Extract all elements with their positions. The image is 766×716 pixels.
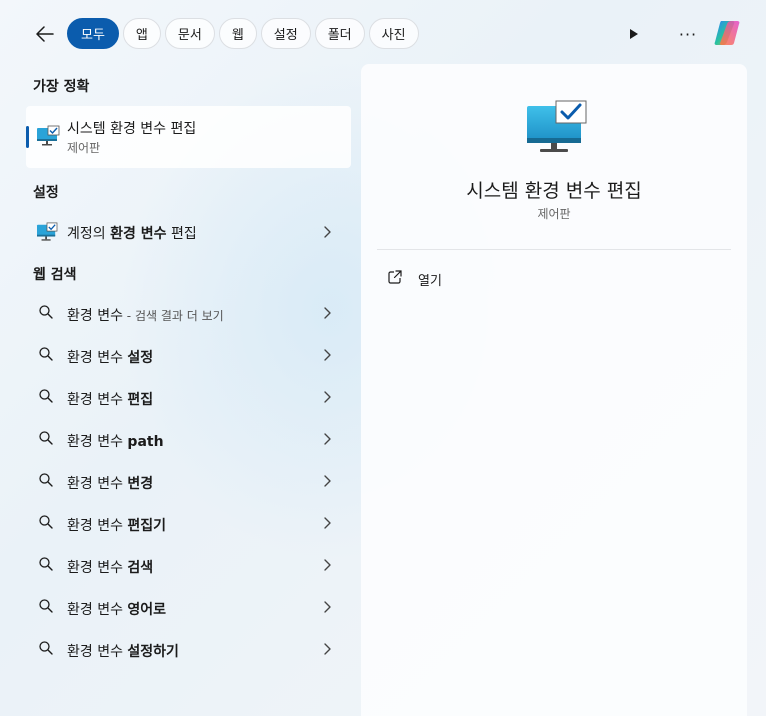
search-icon bbox=[39, 347, 53, 361]
best-match-item[interactable]: 시스템 환경 변수 편집 제어판 bbox=[26, 106, 351, 168]
search-icon bbox=[39, 515, 53, 529]
chevron-right-icon bbox=[324, 643, 331, 655]
web-search-item-base: 환경 변수 bbox=[67, 308, 123, 324]
chevron-right-icon bbox=[324, 349, 331, 361]
chevron-right-icon bbox=[324, 391, 331, 403]
web-search-item-bold: 편집 bbox=[127, 392, 154, 408]
settings-item-label: 계정의 환경 변수 편집 bbox=[67, 223, 197, 243]
chip-all[interactable]: 모두 bbox=[67, 18, 119, 49]
web-search-item-label: 환경 변수 변경 bbox=[67, 473, 153, 493]
web-search-item[interactable]: 환경 변수 path bbox=[26, 419, 351, 461]
web-search-item-label: 환경 변수 설정 bbox=[67, 347, 153, 367]
search-icon bbox=[39, 431, 53, 445]
web-search-hint: - 검색 결과 더 보기 bbox=[122, 309, 224, 323]
web-search-item-base: 환경 변수 bbox=[67, 392, 128, 408]
web-search-item-base: 환경 변수 bbox=[67, 644, 128, 660]
chevron-right-icon bbox=[324, 559, 331, 571]
search-icon bbox=[39, 305, 53, 319]
best-match-heading: 가장 정확 bbox=[33, 79, 90, 95]
chevron-right-icon bbox=[324, 307, 331, 319]
open-button[interactable]: 열기 bbox=[381, 264, 727, 292]
search-icon bbox=[39, 389, 53, 403]
search-icon bbox=[39, 473, 53, 487]
web-search-item-bold: 설정 bbox=[127, 350, 154, 366]
selection-indicator bbox=[26, 126, 29, 148]
search-icon bbox=[39, 599, 53, 613]
search-icon bbox=[39, 641, 53, 655]
web-search-item-base: 환경 변수 bbox=[67, 560, 128, 576]
play-icon bbox=[630, 29, 638, 39]
back-button[interactable] bbox=[30, 20, 60, 48]
filter-chips: 모두 앱 문서 웹 설정 폴더 사진 bbox=[67, 18, 419, 49]
web-search-item[interactable]: 환경 변수 편집기 bbox=[26, 503, 351, 545]
chevron-right-icon bbox=[324, 601, 331, 613]
web-search-item-base: 환경 변수 bbox=[67, 602, 128, 618]
chevron-right-icon bbox=[324, 226, 331, 238]
more-options-button[interactable]: ··· bbox=[676, 24, 700, 44]
web-search-list: 환경 변수 - 검색 결과 더 보기 환경 변수 설정 환경 변수 편집 환경 변수 … bbox=[26, 293, 351, 671]
preview-title: 시스템 환경 변수 편집 bbox=[466, 180, 642, 202]
web-search-item-base: 환경 변수 bbox=[67, 350, 128, 366]
web-search-item[interactable]: 환경 변수 변경 bbox=[26, 461, 351, 503]
web-search-item-label: 환경 변수 검색 bbox=[67, 557, 153, 577]
monitor-check-icon bbox=[527, 100, 587, 152]
chip-documents[interactable]: 문서 bbox=[164, 18, 215, 49]
web-search-item-base: 환경 변수 bbox=[67, 434, 128, 450]
web-search-item-label: 환경 변수 편집 bbox=[67, 389, 153, 409]
web-search-item-base: 환경 변수 bbox=[67, 476, 128, 492]
web-search-item[interactable]: 환경 변수 설정 bbox=[26, 335, 351, 377]
chevron-right-icon bbox=[324, 433, 331, 445]
settings-item-edit-account-env[interactable]: 계정의 환경 변수 편집 bbox=[26, 214, 351, 250]
chip-apps[interactable]: 앱 bbox=[122, 18, 161, 49]
best-match-subtitle: 제어판 bbox=[67, 141, 101, 155]
preview-panel: 시스템 환경 변수 편집 제어판 열기 bbox=[361, 64, 747, 716]
chevron-right-icon bbox=[324, 517, 331, 529]
search-icon bbox=[39, 557, 53, 571]
open-external-icon bbox=[388, 270, 402, 284]
best-match-title: 시스템 환경 변수 편집 bbox=[67, 121, 197, 137]
chevron-right-icon bbox=[324, 475, 331, 487]
open-label: 열기 bbox=[418, 274, 442, 289]
arrow-left-icon bbox=[36, 26, 54, 42]
web-search-item-bold: 변경 bbox=[127, 476, 154, 492]
chip-photos[interactable]: 사진 bbox=[368, 18, 419, 49]
web-search-item[interactable]: 환경 변수 설정하기 bbox=[26, 629, 351, 671]
chip-folders[interactable]: 폴더 bbox=[314, 18, 365, 49]
monitor-check-icon bbox=[37, 222, 58, 241]
settings-item-suffix: 편집 bbox=[166, 226, 197, 242]
web-search-item-label: 환경 변수 편집기 bbox=[67, 515, 166, 535]
copilot-logo-icon bbox=[714, 21, 740, 45]
monitor-check-icon bbox=[37, 125, 60, 146]
web-search-item-bold: 검색 bbox=[127, 560, 154, 576]
chip-settings[interactable]: 설정 bbox=[260, 18, 311, 49]
preview-subtitle: 제어판 bbox=[537, 207, 571, 221]
web-search-item-label: 환경 변수 path bbox=[67, 431, 164, 451]
divider bbox=[377, 249, 731, 250]
web-search-item-bold: 영어로 bbox=[127, 602, 167, 618]
web-search-item[interactable]: 환경 변수 검색 bbox=[26, 545, 351, 587]
search-filter-bar: 모두 앱 문서 웹 설정 폴더 사진 ··· bbox=[0, 0, 766, 64]
web-search-item-bold: 설정하기 bbox=[127, 644, 179, 660]
settings-item-bold: 환경 변수 bbox=[110, 226, 167, 242]
chip-web[interactable]: 웹 bbox=[218, 18, 257, 49]
settings-heading: 설정 bbox=[33, 185, 59, 201]
web-search-item-base: 환경 변수 bbox=[67, 518, 128, 534]
web-search-item-label: 환경 변수 설정하기 bbox=[67, 641, 179, 661]
web-search-item-label: 환경 변수 - 검색 결과 더 보기 bbox=[67, 305, 224, 325]
web-search-item[interactable]: 환경 변수 영어로 bbox=[26, 587, 351, 629]
web-search-item-bold: 편집기 bbox=[127, 518, 167, 534]
web-search-item-label: 환경 변수 영어로 bbox=[67, 599, 166, 619]
web-search-heading: 웹 검색 bbox=[33, 267, 77, 283]
settings-item-prefix: 계정의 bbox=[67, 226, 111, 242]
play-button[interactable] bbox=[624, 24, 644, 44]
copilot-button[interactable] bbox=[712, 18, 742, 48]
web-search-item[interactable]: 환경 변수 편집 bbox=[26, 377, 351, 419]
web-search-item[interactable]: 환경 변수 - 검색 결과 더 보기 bbox=[26, 293, 351, 335]
web-search-item-bold: path bbox=[127, 434, 164, 450]
